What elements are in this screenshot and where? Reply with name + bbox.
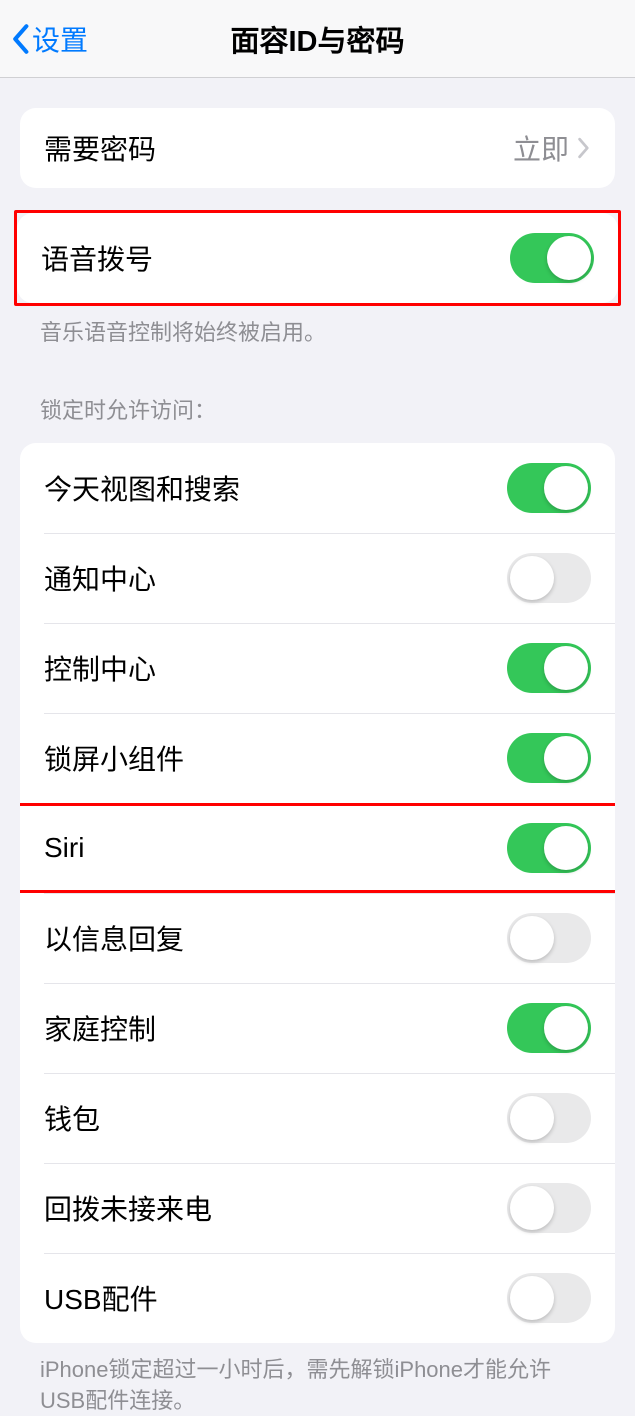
require-passcode-value: 立即 [513, 128, 569, 168]
reply-with-message-row: 以信息回复 [20, 893, 615, 983]
toggle-knob [510, 1186, 554, 1230]
require-passcode-group: 需要密码 立即 [20, 108, 615, 188]
return-missed-calls-label: 回拨未接来电 [44, 1188, 507, 1228]
toggle-knob [510, 1276, 554, 1320]
lock-screen-widgets-row: 锁屏小组件 [20, 713, 615, 803]
siri-row: Siri [20, 803, 615, 893]
usb-accessories-toggle[interactable] [507, 1273, 591, 1323]
wallet-label: 钱包 [44, 1098, 507, 1138]
toggle-knob [544, 1006, 588, 1050]
home-control-label: 家庭控制 [44, 1008, 507, 1048]
back-button[interactable]: 设置 [0, 19, 88, 59]
voice-dial-group: 语音拨号 [17, 213, 618, 303]
lock-access-group: 今天视图和搜索 通知中心 控制中心 锁屏小组件 Siri 以信息回复 家庭控制 [20, 443, 615, 1343]
toggle-knob [547, 236, 591, 280]
usb-accessories-label: USB配件 [44, 1278, 507, 1318]
today-view-toggle[interactable] [507, 463, 591, 513]
voice-dial-row: 语音拨号 [17, 213, 618, 303]
voice-dial-label: 语音拨号 [41, 238, 510, 278]
control-center-toggle[interactable] [507, 643, 591, 693]
voice-dial-highlight: 语音拨号 [14, 210, 621, 306]
toggle-knob [510, 556, 554, 600]
navigation-bar: 设置 面容ID与密码 [0, 0, 635, 78]
reply-with-message-toggle[interactable] [507, 913, 591, 963]
today-view-label: 今天视图和搜索 [44, 468, 507, 508]
voice-dial-footer: 音乐语音控制将始终被启用。 [0, 306, 635, 349]
home-control-row: 家庭控制 [20, 983, 615, 1073]
toggle-knob [544, 466, 588, 510]
usb-accessories-row: USB配件 [20, 1253, 615, 1343]
toggle-knob [510, 916, 554, 960]
notification-center-row: 通知中心 [20, 533, 615, 623]
toggle-knob [544, 736, 588, 780]
notification-center-toggle[interactable] [507, 553, 591, 603]
control-center-row: 控制中心 [20, 623, 615, 713]
toggle-knob [544, 646, 588, 690]
reply-with-message-label: 以信息回复 [44, 918, 507, 958]
notification-center-label: 通知中心 [44, 558, 507, 598]
voice-dial-toggle[interactable] [510, 233, 594, 283]
wallet-toggle[interactable] [507, 1093, 591, 1143]
return-missed-calls-toggle[interactable] [507, 1183, 591, 1233]
siri-toggle[interactable] [507, 823, 591, 873]
require-passcode-label: 需要密码 [44, 128, 513, 168]
toggle-knob [510, 1096, 554, 1140]
siri-label: Siri [44, 832, 507, 864]
chevron-left-icon [10, 23, 30, 55]
today-view-row: 今天视图和搜索 [20, 443, 615, 533]
page-title: 面容ID与密码 [230, 18, 404, 60]
control-center-label: 控制中心 [44, 648, 507, 688]
wallet-row: 钱包 [20, 1073, 615, 1163]
lock-access-header: 锁定时允许访问： [0, 375, 635, 435]
require-passcode-row[interactable]: 需要密码 立即 [20, 108, 615, 188]
return-missed-calls-row: 回拨未接来电 [20, 1163, 615, 1253]
lock-screen-widgets-toggle[interactable] [507, 733, 591, 783]
chevron-right-icon [577, 137, 591, 159]
home-control-toggle[interactable] [507, 1003, 591, 1053]
usb-footer: iPhone锁定超过一小时后，需先解锁iPhone才能允许USB配件连接。 [0, 1343, 635, 1416]
back-label: 设置 [32, 19, 88, 59]
lock-screen-widgets-label: 锁屏小组件 [44, 738, 507, 778]
toggle-knob [544, 826, 588, 870]
